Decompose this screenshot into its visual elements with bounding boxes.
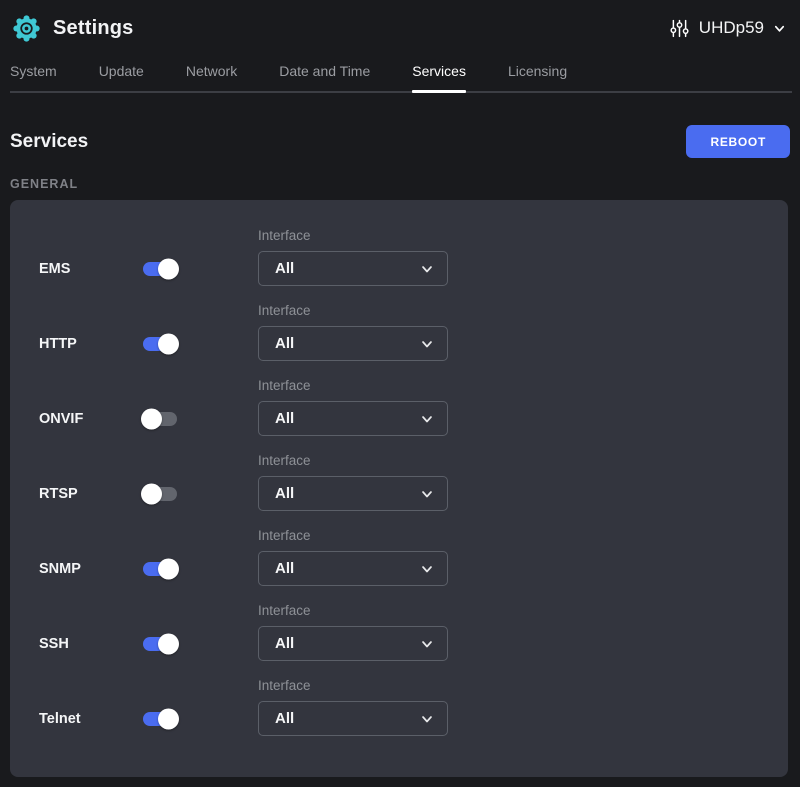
interface-label: Interface (258, 228, 448, 243)
service-label-onvif: ONVIF (39, 411, 83, 427)
toggle-http[interactable] (143, 337, 177, 351)
header-left: Settings (12, 14, 134, 43)
toggle-rtsp[interactable] (143, 487, 177, 501)
interface-label: Interface (258, 528, 448, 543)
service-label-telnet: Telnet (39, 711, 81, 727)
interface-select-snmp[interactable]: All (258, 551, 448, 586)
device-menu[interactable]: UHDp59 (669, 18, 786, 39)
interface-select-telnet[interactable]: All (258, 701, 448, 736)
interface-label: Interface (258, 378, 448, 393)
interface-field: Interface All (258, 678, 448, 736)
interface-select-onvif[interactable]: All (258, 401, 448, 436)
interface-field: Interface All (258, 603, 448, 661)
interface-select-value: All (275, 485, 294, 502)
chevron-down-icon (420, 487, 434, 501)
interface-select-ssh[interactable]: All (258, 626, 448, 661)
toggle-ssh[interactable] (143, 637, 177, 651)
settings-page: Settings UHDp59 Sys (0, 0, 800, 787)
settings-tabbar: System Update Network Date and Time Serv… (10, 56, 792, 93)
service-row-rtsp: RTSP Interface All (10, 453, 788, 511)
interface-select-value: All (275, 710, 294, 727)
gear-icon (12, 14, 41, 43)
interface-select-value: All (275, 260, 294, 277)
interface-label: Interface (258, 303, 448, 318)
service-label-http: HTTP (39, 336, 77, 352)
service-label-rtsp: RTSP (39, 486, 78, 502)
interface-label: Interface (258, 453, 448, 468)
chevron-down-icon (420, 262, 434, 276)
tabbar-wrap: System Update Network Date and Time Serv… (0, 56, 800, 93)
interface-select-ems[interactable]: All (258, 251, 448, 286)
chevron-down-icon (420, 712, 434, 726)
interface-select-rtsp[interactable]: All (258, 476, 448, 511)
chevron-down-icon (420, 637, 434, 651)
service-label-ssh: SSH (39, 636, 69, 652)
interface-field: Interface All (258, 528, 448, 586)
page-title: Settings (53, 17, 134, 40)
section-header: Services REBOOT (0, 125, 800, 158)
reboot-button[interactable]: REBOOT (686, 125, 790, 158)
tab-date-and-time[interactable]: Date and Time (279, 63, 370, 91)
interface-field: Interface All (258, 453, 448, 511)
services-panel: EMS Interface All HTTP (10, 200, 788, 777)
toggle-telnet[interactable] (143, 712, 177, 726)
chevron-down-icon (420, 412, 434, 426)
service-row-ssh: SSH Interface All (10, 603, 788, 661)
tab-licensing[interactable]: Licensing (508, 63, 567, 91)
tab-update[interactable]: Update (99, 63, 144, 91)
chevron-down-icon (773, 22, 786, 35)
device-name: UHDp59 (699, 18, 764, 38)
chevron-down-icon (420, 337, 434, 351)
toggle-ems[interactable] (143, 262, 177, 276)
service-label-ems: EMS (39, 261, 70, 277)
toggle-onvif[interactable] (143, 412, 177, 426)
chevron-down-icon (420, 562, 434, 576)
interface-select-value: All (275, 335, 294, 352)
toggle-snmp[interactable] (143, 562, 177, 576)
service-row-http: HTTP Interface All (10, 303, 788, 361)
interface-select-http[interactable]: All (258, 326, 448, 361)
general-group-label: GENERAL (0, 177, 800, 191)
sliders-icon (669, 18, 690, 39)
interface-field: Interface All (258, 228, 448, 286)
service-row-ems: EMS Interface All (10, 228, 788, 286)
toggle-knob (158, 333, 179, 354)
interface-select-value: All (275, 560, 294, 577)
section-title: Services (10, 131, 88, 153)
toggle-knob (141, 483, 162, 504)
interface-field: Interface All (258, 303, 448, 361)
toggle-knob (141, 408, 162, 429)
service-row-telnet: Telnet Interface All (10, 678, 788, 736)
interface-label: Interface (258, 678, 448, 693)
toggle-knob (158, 258, 179, 279)
tab-services[interactable]: Services (412, 63, 466, 91)
service-label-snmp: SNMP (39, 561, 81, 577)
toggle-knob (158, 558, 179, 579)
service-row-onvif: ONVIF Interface All (10, 378, 788, 436)
interface-label: Interface (258, 603, 448, 618)
app-header: Settings UHDp59 (0, 0, 800, 56)
toggle-knob (158, 633, 179, 654)
tab-network[interactable]: Network (186, 63, 237, 91)
interface-select-value: All (275, 635, 294, 652)
service-row-snmp: SNMP Interface All (10, 528, 788, 586)
toggle-knob (158, 708, 179, 729)
tab-system[interactable]: System (10, 63, 57, 91)
interface-field: Interface All (258, 378, 448, 436)
interface-select-value: All (275, 410, 294, 427)
